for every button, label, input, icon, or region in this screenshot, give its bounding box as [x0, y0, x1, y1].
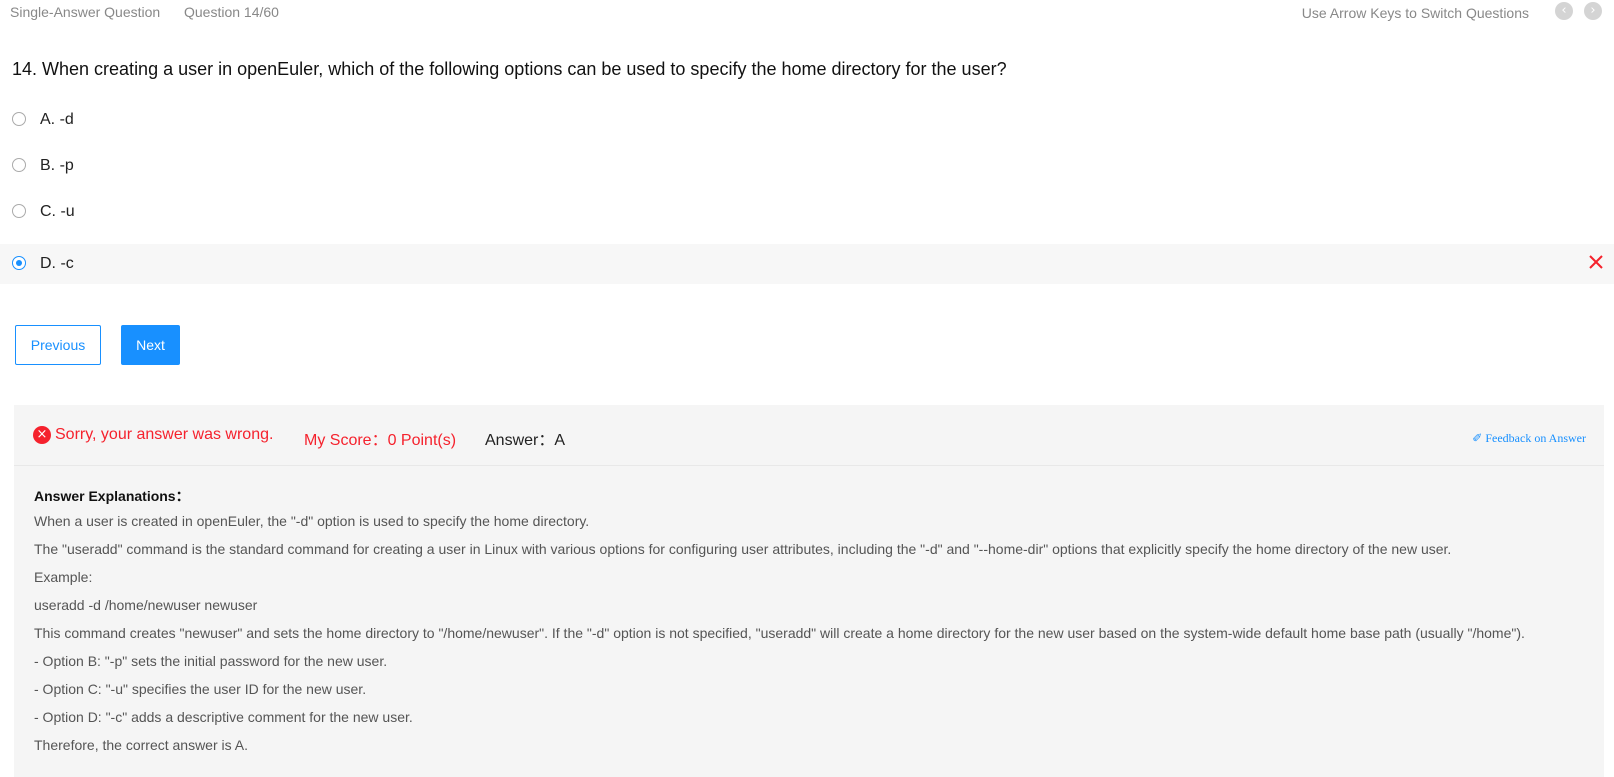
error-icon: ×	[33, 426, 51, 444]
option-a[interactable]: A. -d	[0, 100, 1614, 140]
question-counter: Question 14/60	[184, 4, 279, 20]
my-score: My Score：0 Point(s)	[304, 432, 457, 449]
option-c[interactable]: C. -u	[0, 192, 1614, 232]
answer-result-panel: × Sorry, your answer was wrong. My Score…	[14, 405, 1604, 777]
option-d[interactable]: D. -c	[0, 244, 1614, 284]
previous-button[interactable]: Previous	[15, 325, 101, 365]
explanation-line: Therefore, the correct answer is A.	[34, 737, 248, 753]
previous-question-icon[interactable]: ‹	[1555, 2, 1573, 20]
keyboard-hint: Use Arrow Keys to Switch Questions	[1301, 5, 1529, 21]
result-status: Sorry, your answer was wrong.	[55, 426, 274, 443]
option-b[interactable]: B. -p	[0, 146, 1614, 186]
explanation-title: Answer Explanations：	[34, 488, 190, 504]
next-button[interactable]: Next	[121, 325, 180, 365]
next-question-icon[interactable]: ›	[1584, 2, 1602, 20]
option-a-label: A. -d	[40, 111, 74, 128]
question-text: 14. When creating a user in openEuler, w…	[12, 59, 1007, 79]
option-c-radio[interactable]	[12, 204, 26, 218]
explanation-line: Example:	[34, 569, 93, 585]
explanation-line: - Option B: "-p" sets the initial passwo…	[34, 653, 388, 669]
question-type-label: Single-Answer Question	[10, 4, 161, 20]
option-d-label: D. -c	[40, 255, 74, 272]
option-b-label: B. -p	[40, 157, 74, 174]
option-c-label: C. -u	[40, 203, 75, 220]
option-b-radio[interactable]	[12, 158, 26, 172]
correct-answer: Answer：A	[485, 432, 566, 449]
explanation-line: This command creates "newuser" and sets …	[34, 625, 1525, 641]
result-summary: × Sorry, your answer was wrong. My Score…	[14, 405, 1604, 466]
feedback-link[interactable]: ✐ Feedback on Answer	[1472, 431, 1586, 446]
option-a-radio[interactable]	[12, 112, 26, 126]
explanation-line: useradd -d /home/newuser newuser	[34, 597, 258, 613]
explanation-line: - Option C: "-u" specifies the user ID f…	[34, 681, 367, 697]
question-header: Single-Answer Question Question 14/60 Us…	[0, 0, 1614, 26]
explanation-body: When a user is created in openEuler, the…	[34, 513, 1525, 765]
wrong-answer-icon	[1589, 255, 1603, 269]
explanation-line: The "useradd" command is the standard co…	[34, 541, 1452, 557]
option-d-radio[interactable]	[12, 256, 26, 270]
explanation-line: When a user is created in openEuler, the…	[34, 513, 590, 529]
explanation-line: - Option D: "-c" adds a descriptive comm…	[34, 709, 413, 725]
